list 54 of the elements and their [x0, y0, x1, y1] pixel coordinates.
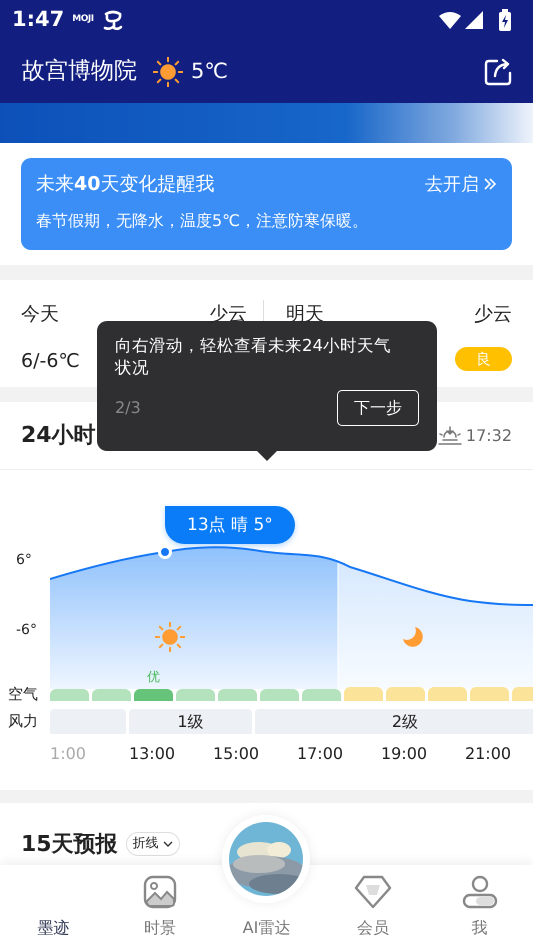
- temperature-range: 6/-6℃: [21, 348, 80, 374]
- wifi-icon: [439, 11, 461, 29]
- step-counter: 2/3: [115, 396, 141, 419]
- moon-icon: [401, 625, 425, 649]
- current-temperature: 5℃: [191, 58, 228, 85]
- location-title: 故宫博物院: [22, 57, 137, 86]
- nav-tab[interactable]: 会员: [348, 871, 398, 948]
- time-label: 19:00: [380, 743, 428, 765]
- temperature-bubble: 13点 晴 5°: [165, 506, 295, 544]
- profile-icon: [462, 875, 498, 909]
- row-label: 风力: [7, 711, 39, 732]
- share-icon[interactable]: [483, 56, 513, 86]
- signal-icon: [465, 11, 483, 29]
- brand-text: MOJI: [72, 13, 94, 26]
- wind-segment: 2级: [255, 709, 533, 734]
- air-quality-label: 优: [146, 668, 161, 686]
- guide-text: 向右滑动，轻松查看未来24小时天气状况: [115, 335, 392, 380]
- day-condition: 少云: [209, 302, 247, 327]
- nav-tab[interactable]: AI雷达: [236, 915, 296, 948]
- day-label: 明天: [286, 302, 324, 327]
- wind-segment: 1级: [129, 709, 252, 734]
- section-title: 15天预报: [21, 830, 118, 858]
- nav-tab[interactable]: 时景: [136, 871, 183, 948]
- time-label: 1:00: [50, 743, 87, 765]
- time-label: 17:00: [296, 743, 344, 765]
- picture-icon: [142, 875, 177, 909]
- next-step-button[interactable]: 下一步: [337, 390, 419, 426]
- section-title: 24小时: [21, 422, 96, 450]
- time-label: 13:00: [128, 743, 176, 765]
- reminder-message: 春节假期，无降水，温度5℃，注意防寒保暖。: [36, 210, 370, 232]
- aqi-badge: 良: [454, 346, 512, 370]
- double-chevron-icon: [483, 177, 497, 192]
- sunset-time: 17:32: [466, 424, 512, 446]
- sun-icon: [155, 622, 185, 652]
- battery-icon: [499, 9, 511, 31]
- sunset-icon: [438, 426, 462, 446]
- day-condition: 少云: [474, 302, 512, 327]
- mascot-icon: [102, 8, 124, 32]
- row-label: 空气: [7, 689, 39, 701]
- reminder-card[interactable]: 未来40天变化提醒我 去开启 春节假期，无降水，温度5℃，注意防寒保暖。: [21, 158, 512, 250]
- nav-tab[interactable]: 我: [456, 871, 504, 948]
- axis-label: 6°: [16, 551, 32, 570]
- time-label: 15:00: [212, 743, 260, 765]
- caret-icon: [162, 840, 173, 848]
- enable-link[interactable]: 去开启: [425, 170, 479, 198]
- day-label: 今天: [21, 302, 59, 327]
- time-label: 21:00: [464, 743, 512, 765]
- status-time: 1:47: [12, 6, 64, 34]
- diamond-icon: [354, 875, 392, 909]
- sun-icon: [153, 56, 183, 86]
- nav-tab[interactable]: 墨迹: [31, 871, 76, 948]
- reminder-title: 未来40天变化提醒我: [36, 172, 214, 197]
- chart-mode-dropdown[interactable]: 折线: [126, 832, 180, 856]
- axis-label: -6°: [16, 621, 37, 640]
